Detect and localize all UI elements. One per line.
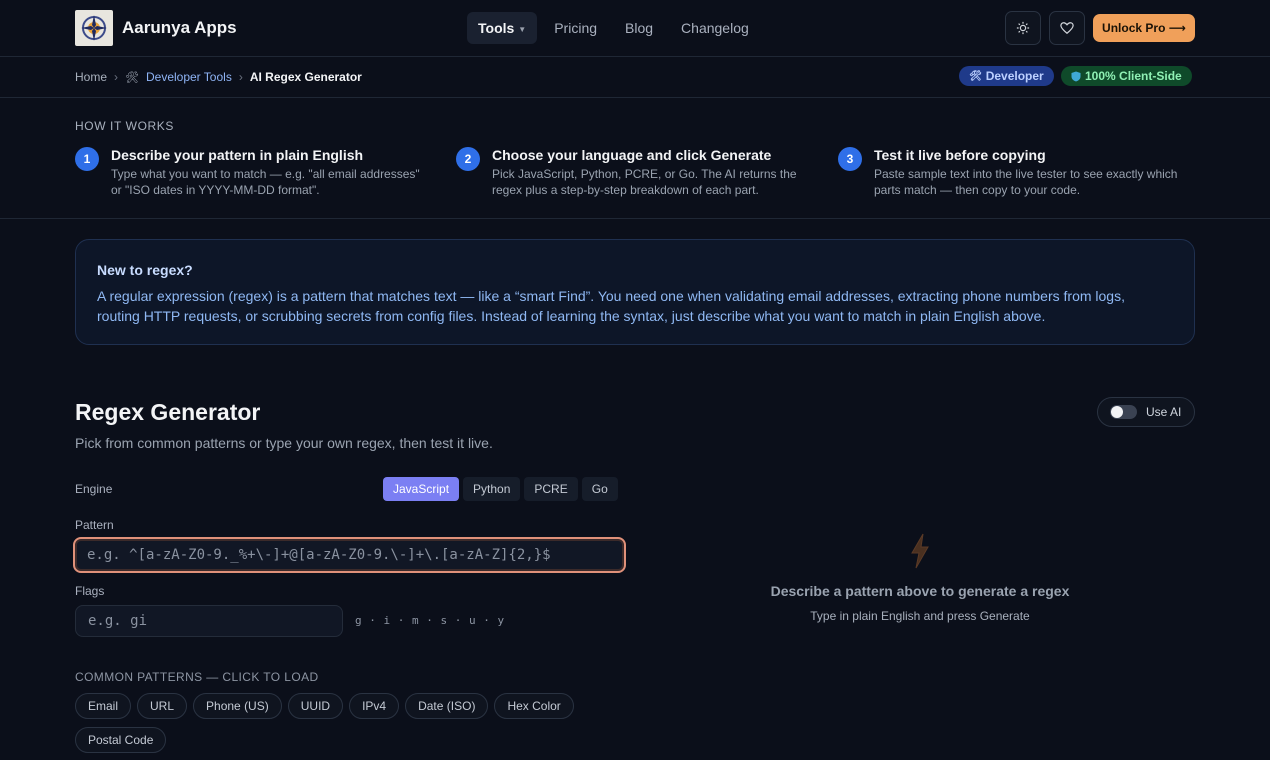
main-nav: Tools ▼ Pricing Blog Changelog bbox=[467, 12, 760, 44]
breadcrumb-separator: › bbox=[114, 70, 119, 84]
pattern-input[interactable] bbox=[73, 537, 626, 573]
heart-icon bbox=[1060, 22, 1074, 35]
pattern-label: Pattern bbox=[75, 518, 114, 532]
flags-hint: g · i · m · s · u · y bbox=[355, 614, 505, 627]
pattern-chip-postal-code[interactable]: Postal Code bbox=[75, 727, 167, 753]
info-text: A regular expression (regex) is a patter… bbox=[97, 288, 1125, 324]
developer-badge-label: Developer bbox=[985, 69, 1044, 83]
step-title: Choose your language and click Generate bbox=[492, 147, 772, 163]
generator-subtitle: Pick from common patterns or type your o… bbox=[75, 435, 493, 451]
generator-title: Regex Generator bbox=[75, 399, 261, 425]
breadcrumb-separator: › bbox=[238, 70, 243, 84]
unlock-pro-button[interactable]: Unlock Pro ⟶ bbox=[1093, 14, 1195, 42]
toggle-knob bbox=[1111, 406, 1123, 418]
engine-python[interactable]: Python bbox=[463, 477, 521, 501]
nav-pricing[interactable]: Pricing bbox=[543, 12, 608, 44]
step-number: 2 bbox=[456, 147, 480, 171]
lightning-icon bbox=[720, 533, 1120, 569]
breadcrumb-bar: Home › 🛠 Developer Tools › AI Regex Gene… bbox=[0, 57, 1270, 98]
info-title: New to regex? bbox=[97, 262, 193, 278]
new-to-regex-box: New to regex? A regular expression (rege… bbox=[75, 239, 1195, 345]
nav-tools-label: Tools bbox=[478, 20, 515, 36]
empty-state-subtitle: Type in plain English and press Generate bbox=[810, 609, 1030, 623]
breadcrumb: Home › 🛠 Developer Tools › AI Regex Gene… bbox=[75, 70, 362, 84]
flags-input[interactable] bbox=[75, 605, 343, 637]
step-number: 3 bbox=[838, 147, 862, 171]
brand-logo-icon bbox=[75, 10, 113, 46]
step-description: Paste sample text into the live tester t… bbox=[874, 167, 1178, 197]
pattern-chip-phone[interactable]: Phone (US) bbox=[193, 693, 282, 719]
brand-name: Aarunya Apps bbox=[122, 18, 237, 37]
breadcrumb-current: AI Regex Generator bbox=[249, 70, 362, 84]
breadcrumb-category[interactable]: Developer Tools bbox=[146, 70, 232, 84]
top-header: Aarunya Apps Tools ▼ Pricing Blog Changel… bbox=[0, 0, 1270, 57]
nav-tools[interactable]: Tools ▼ bbox=[467, 12, 538, 44]
favorite-button[interactable] bbox=[1049, 11, 1085, 45]
nav-changelog[interactable]: Changelog bbox=[670, 12, 760, 44]
shield-icon bbox=[1071, 71, 1081, 81]
theme-toggle-button[interactable] bbox=[1005, 11, 1041, 45]
developer-badge: 🛠 Developer bbox=[959, 66, 1054, 86]
step-title: Describe your pattern in plain English bbox=[111, 147, 364, 163]
step-description: Type what you want to match — e.g. "all … bbox=[111, 167, 420, 197]
tools-icon: 🛠 bbox=[969, 70, 982, 82]
engine-javascript[interactable]: JavaScript bbox=[383, 477, 460, 501]
use-ai-label: Use AI bbox=[1146, 405, 1182, 419]
tools-icon: 🛠 bbox=[125, 71, 139, 84]
pattern-chip-url[interactable]: URL bbox=[137, 693, 188, 719]
common-patterns-title: COMMON PATTERNS — CLICK TO LOAD bbox=[75, 670, 319, 684]
step-title: Test it live before copying bbox=[874, 147, 1046, 163]
nav-blog[interactable]: Blog bbox=[614, 12, 664, 44]
pattern-chip-date[interactable]: Date (ISO) bbox=[405, 693, 489, 719]
engine-selector: JavaScript Python PCRE Go bbox=[383, 477, 618, 501]
how-it-works-title: HOW IT WORKS bbox=[75, 119, 174, 133]
step-number: 1 bbox=[75, 147, 99, 171]
pattern-chip-ipv4[interactable]: IPv4 bbox=[349, 693, 400, 719]
empty-state-title: Describe a pattern above to generate a r… bbox=[770, 583, 1070, 599]
brand-link[interactable]: Aarunya Apps bbox=[75, 10, 237, 46]
use-ai-toggle[interactable]: Use AI bbox=[1097, 397, 1195, 427]
step-description: Pick JavaScript, Python, PCRE, or Go. Th… bbox=[492, 167, 797, 197]
empty-state: Describe a pattern above to generate a r… bbox=[720, 533, 1120, 623]
client-side-badge: 100% Client-Side bbox=[1061, 66, 1192, 86]
breadcrumb-home[interactable]: Home bbox=[75, 70, 107, 84]
pattern-chip-email[interactable]: Email bbox=[75, 693, 132, 719]
engine-label: Engine bbox=[75, 482, 113, 496]
how-it-works-section: HOW IT WORKS 1 Describe your pattern in … bbox=[0, 98, 1270, 219]
common-patterns-list: Email URL Phone (US) UUID IPv4 Date (ISO… bbox=[75, 693, 595, 753]
pattern-chip-hex-color[interactable]: Hex Color bbox=[494, 693, 574, 719]
engine-go[interactable]: Go bbox=[581, 477, 618, 501]
toggle-switch[interactable] bbox=[1110, 405, 1137, 419]
chevron-down-icon: ▼ bbox=[518, 24, 527, 34]
flags-label: Flags bbox=[75, 584, 105, 598]
engine-pcre[interactable]: PCRE bbox=[524, 477, 578, 501]
sun-icon bbox=[1016, 21, 1030, 35]
pattern-chip-uuid[interactable]: UUID bbox=[287, 693, 344, 719]
client-side-badge-label: 100% Client-Side bbox=[1085, 69, 1182, 83]
